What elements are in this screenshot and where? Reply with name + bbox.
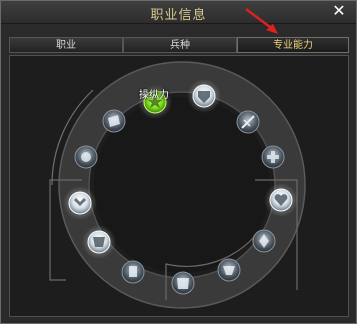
node-heart-right[interactable] bbox=[264, 183, 298, 217]
node-shield-top[interactable] bbox=[187, 79, 221, 113]
node-scroll-upper-left[interactable] bbox=[102, 109, 126, 133]
node-wing-left[interactable] bbox=[63, 186, 97, 220]
node-hammer-left[interactable] bbox=[82, 225, 116, 259]
tower-icon bbox=[129, 266, 137, 277]
hammer-icon bbox=[93, 237, 105, 247]
burst-icon bbox=[81, 152, 91, 162]
node-tower-lower-left[interactable] bbox=[121, 260, 145, 284]
node-gem-lower-right[interactable] bbox=[217, 258, 241, 282]
node-burst-left[interactable] bbox=[74, 145, 98, 169]
armor-icon bbox=[177, 278, 189, 289]
highlight-node-label: 操纵力 bbox=[139, 90, 169, 101]
ability-wheel bbox=[49, 61, 306, 309]
node-armor-bottom[interactable] bbox=[171, 271, 195, 295]
node-cross-right[interactable] bbox=[261, 145, 285, 169]
node-sword[interactable] bbox=[236, 110, 260, 134]
node-crystal-right[interactable] bbox=[252, 229, 276, 253]
